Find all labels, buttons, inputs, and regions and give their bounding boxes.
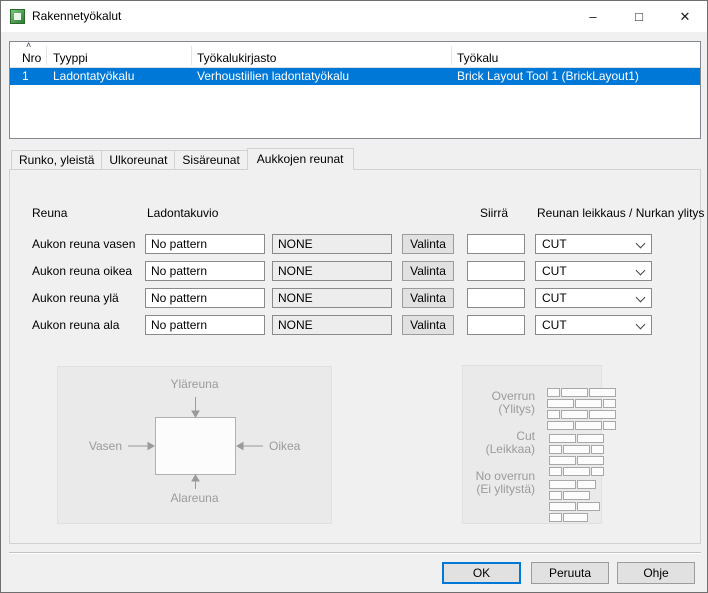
cut-select[interactable]: CUT: [535, 288, 652, 308]
header-reuna: Reuna: [32, 206, 67, 220]
chevron-down-icon: [636, 320, 646, 330]
chevron-down-icon: [636, 266, 646, 276]
column-header-tyokalukirjasto[interactable]: Työkalukirjasto: [197, 51, 276, 65]
cell-tyyppi: Ladontatyökalu: [53, 68, 134, 85]
ok-button[interactable]: OK: [442, 562, 521, 584]
edge-row: Aukon reuna ylä Valinta CUT: [10, 288, 700, 308]
siirra-input[interactable]: [467, 261, 525, 281]
cut-select[interactable]: CUT: [535, 261, 652, 281]
pattern-input[interactable]: [145, 288, 265, 308]
column-header-nro[interactable]: Nro: [22, 51, 41, 65]
siirra-input[interactable]: [467, 288, 525, 308]
edge-row-label: Aukon reuna ala: [32, 315, 119, 335]
tab-sisareunat[interactable]: Sisäreunat: [174, 150, 247, 169]
header-leikkaus: Reunan leikkaus / Nurkan ylitys: [537, 206, 704, 220]
arrow-down-icon: [192, 397, 199, 417]
brick-wall-illustration: [541, 388, 621, 522]
tab-strip: Runko, yleistä Ulkoreunat Sisäreunat Auk…: [11, 147, 353, 170]
minimize-button[interactable]: –: [570, 1, 616, 32]
column-header-tyyppi[interactable]: Tyyppi: [53, 51, 88, 65]
valinta-button[interactable]: Valinta: [402, 288, 454, 308]
tool-table-header: ˄ Nro Tyyppi Työkalukirjasto Työkalu: [10, 42, 700, 68]
column-divider: [191, 46, 192, 65]
column-divider: [451, 46, 452, 65]
sort-ascending-icon: ˄: [26, 40, 31, 50]
close-button[interactable]: ✕: [662, 1, 708, 32]
title-bar[interactable]: Rakennetyökalut – □ ✕: [1, 1, 707, 32]
header-siirra: Siirrä: [480, 206, 508, 220]
valinta-button[interactable]: Valinta: [402, 261, 454, 281]
header-ladontakuvio: Ladontakuvio: [147, 206, 218, 220]
cancel-button[interactable]: Peruuta: [531, 562, 609, 584]
cut-select-value: CUT: [542, 318, 567, 332]
siirra-input[interactable]: [467, 315, 525, 335]
cut-select[interactable]: CUT: [535, 234, 652, 254]
minimize-icon: –: [589, 9, 596, 24]
valinta-button[interactable]: Valinta: [402, 234, 454, 254]
column-header-tyokalu[interactable]: Työkalu: [457, 51, 498, 65]
window-title: Rakennetyökalut: [32, 1, 121, 32]
edge-arrows-graphic: [58, 367, 333, 525]
valinta-button[interactable]: Valinta: [402, 315, 454, 335]
siirra-input[interactable]: [467, 234, 525, 254]
edge-row-label: Aukon reuna ylä: [32, 288, 119, 308]
cell-nro: 1: [22, 68, 29, 85]
aukkojen-reunat-panel: Reuna Ladontakuvio Siirrä Reunan leikkau…: [9, 169, 701, 544]
label-cut: Cut (Leikkaa): [463, 430, 535, 456]
overrun-diagram: Overrun (Ylitys) Cut (Leikkaa) No overru…: [462, 365, 602, 524]
table-row[interactable]: 1 Ladontatyökalu Verhoustiilien ladontat…: [10, 68, 700, 85]
tab-runko-yleista[interactable]: Runko, yleistä: [11, 150, 102, 169]
pattern-input[interactable]: [145, 261, 265, 281]
cut-select-value: CUT: [542, 264, 567, 278]
maximize-button[interactable]: □: [616, 1, 662, 32]
chevron-down-icon: [636, 239, 646, 249]
dialog-window: Rakennetyökalut – □ ✕ ˄ Nro Tyyppi Työka…: [0, 0, 708, 593]
label-overrun: Overrun (Ylitys): [463, 390, 535, 416]
edge-row-label: Aukon reuna vasen: [32, 234, 135, 254]
label-no-overrun: No overrun (Ei ylitystä): [463, 470, 535, 496]
cut-select[interactable]: CUT: [535, 315, 652, 335]
cut-select-value: CUT: [542, 291, 567, 305]
maximize-icon: □: [635, 9, 643, 24]
help-button[interactable]: Ohje: [617, 562, 695, 584]
brick-wall-graphic: [541, 388, 621, 522]
chevron-down-icon: [636, 293, 646, 303]
edge-row: Aukon reuna oikea Valinta CUT: [10, 261, 700, 281]
cell-tyokalukirjasto: Verhoustiilien ladontatyökalu: [197, 68, 349, 85]
tool-table: ˄ Nro Tyyppi Työkalukirjasto Työkalu 1 L…: [9, 41, 701, 139]
library-input[interactable]: [272, 261, 392, 281]
app-icon: [10, 9, 25, 24]
tab-aukkojen-reunat[interactable]: Aukkojen reunat: [247, 148, 354, 170]
edge-row-label: Aukon reuna oikea: [32, 261, 132, 281]
pattern-input[interactable]: [145, 234, 265, 254]
arrow-left-icon: [237, 443, 263, 450]
footer-divider: [9, 552, 701, 554]
library-input[interactable]: [272, 288, 392, 308]
column-divider: [46, 46, 47, 65]
cell-tyokalu: Brick Layout Tool 1 (BrickLayout1): [457, 68, 639, 85]
cut-select-value: CUT: [542, 237, 567, 251]
arrow-right-icon: [128, 443, 154, 450]
close-icon: ✕: [680, 9, 691, 25]
tab-ulkoreunat[interactable]: Ulkoreunat: [101, 150, 175, 169]
library-input[interactable]: [272, 234, 392, 254]
library-input[interactable]: [272, 315, 392, 335]
arrow-up-icon: [192, 475, 199, 489]
edge-row: Aukon reuna vasen Valinta CUT: [10, 234, 700, 254]
edge-row: Aukon reuna ala Valinta CUT: [10, 315, 700, 335]
pattern-input[interactable]: [145, 315, 265, 335]
edge-orientation-diagram: Yläreuna Vasen Oikea Alareuna: [57, 366, 332, 524]
